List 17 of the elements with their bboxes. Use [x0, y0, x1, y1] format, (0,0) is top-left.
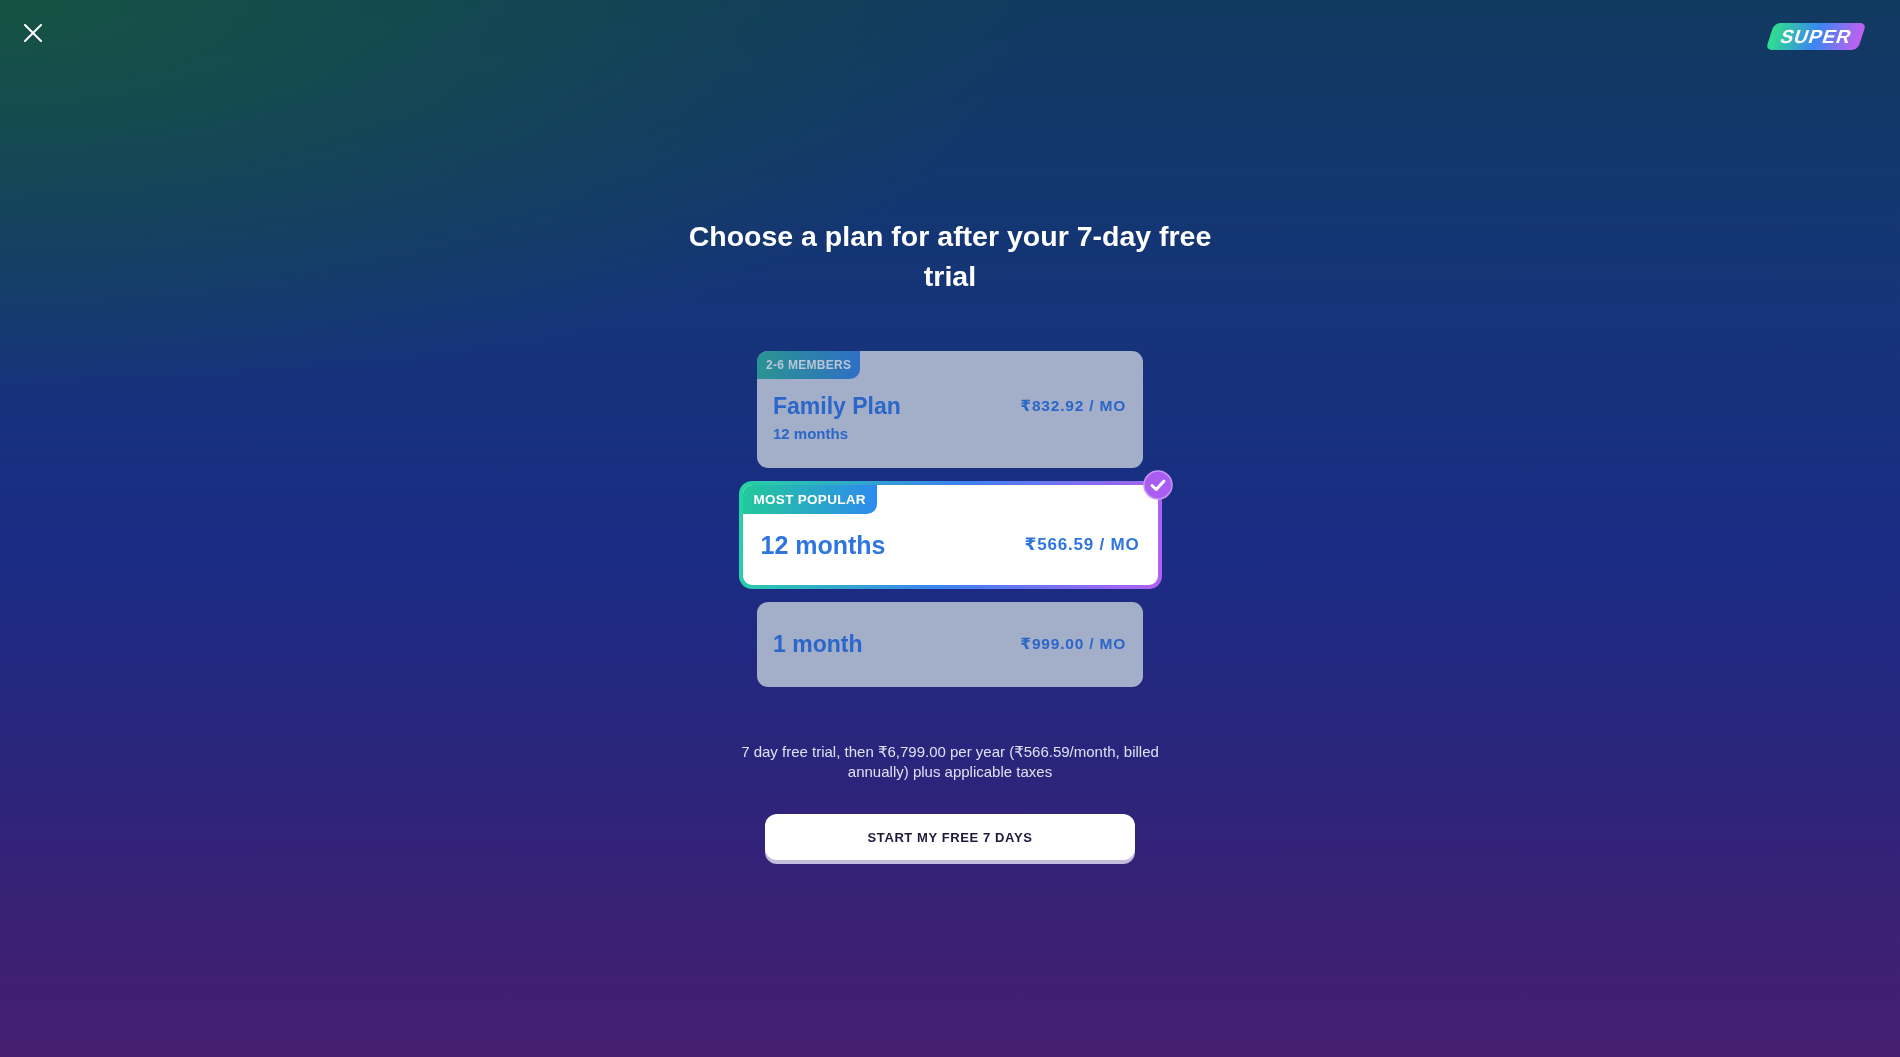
plan-badge: 2-6 MEMBERS — [757, 351, 861, 379]
plan-name: Family Plan — [773, 392, 901, 420]
check-icon — [1142, 470, 1173, 500]
close-icon — [24, 24, 42, 42]
plan-name: 1 month — [773, 630, 863, 658]
plan-card[interactable]: 2-6 MEMBERS Family Plan 12 months ₹832.92 / MO — [757, 351, 1143, 468]
billing-disclaimer: 7 day free trial, then ₹6,799.00 per year (₹566.59/month, billed annually) plus applicable taxes — [740, 742, 1160, 782]
plan-card[interactable]: 1 month ₹999.00 / MO — [757, 602, 1143, 687]
plan-duration: 12 months — [773, 425, 848, 443]
plan-price: ₹832.92 / MO — [1020, 396, 1126, 416]
plan-name: 12 months — [760, 530, 886, 561]
plan-price: ₹566.59 / MO — [1024, 534, 1140, 556]
plan-badge: MOST POPULAR — [742, 485, 877, 514]
close-button[interactable] — [24, 24, 42, 42]
plan-price: ₹999.00 / MO — [1020, 634, 1126, 654]
page-title: Choose a plan for after your 7-day free trial — [687, 219, 1213, 294]
logo: SUPER — [1765, 23, 1867, 50]
